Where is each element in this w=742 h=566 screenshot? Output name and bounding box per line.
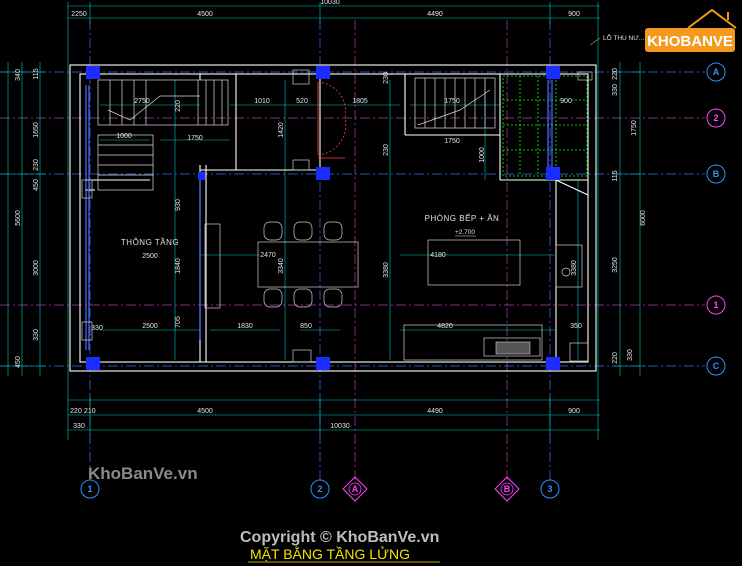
dim-bottom-a2: 210 <box>84 408 96 415</box>
dim-int-29: 230 <box>383 72 390 84</box>
sink-fixture <box>495 341 531 355</box>
dim-bottom-total: 10030 <box>330 423 350 430</box>
dim-int-16: 1830 <box>237 323 253 330</box>
dim-int-1: 2750 <box>134 98 150 105</box>
dim-int-26: 3380 <box>571 260 578 276</box>
dim-int-8: 1000 <box>116 133 132 140</box>
dim-int-11: 2470 <box>260 252 276 259</box>
skylight-grate <box>502 75 588 177</box>
logo: KHOBANVE <box>645 8 737 52</box>
room-label-void: THÔNG TẦNG <box>121 237 179 247</box>
furniture <box>81 69 593 363</box>
dim-int-4: 1805 <box>352 98 368 105</box>
note-leader <box>589 37 601 46</box>
axis-label-A-bottom: A <box>352 484 359 494</box>
dim-top-a: 2250 <box>71 11 87 18</box>
dim-int-30: 230 <box>383 144 390 156</box>
left-dimensions: 340 115 1650 230 450 5600 3000 330 450 <box>15 68 40 368</box>
axis-label-2: 2 <box>713 113 718 123</box>
room-label-kitchen-dining: PHÒNG BẾP + ĂN <box>425 213 500 223</box>
dim-bottom-b: 4500 <box>197 408 213 415</box>
dim-top-total: 10030 <box>320 0 340 6</box>
dim-int-15: 2500 <box>142 323 158 330</box>
dim-bottom-c: 4490 <box>427 408 443 415</box>
axis-grid-lines-blue <box>0 20 705 480</box>
dim-int-28: 220 <box>175 100 182 112</box>
dim-int-24: 3340 <box>278 258 285 274</box>
dim-int-25: 3380 <box>383 262 390 278</box>
dim-int-27: 705 <box>175 316 182 328</box>
dim-right-3: 115 <box>612 170 619 181</box>
dim-left-0: 340 <box>15 69 22 81</box>
dim-bottom-a: 220 <box>70 408 82 415</box>
axis-label-B: B <box>713 169 720 179</box>
dim-right-0: 220 <box>612 68 619 80</box>
dim-right-2: 1750 <box>631 120 638 136</box>
dim-int-32: 330 <box>91 325 103 332</box>
dim-left-6: 3000 <box>33 260 40 276</box>
drawing-title: MẶT BẰNG TẦNG LỬNG <box>250 545 410 562</box>
right-axis-bubbles: A 2 B 1 C <box>706 62 726 376</box>
dim-int-3: 520 <box>296 98 308 105</box>
dim-top-d: 900 <box>568 11 580 18</box>
dim-int-5: 1750 <box>444 98 460 105</box>
dim-top-b: 4500 <box>197 11 213 18</box>
dim-int-22: 930 <box>175 199 182 211</box>
axis-grid-lines <box>0 20 705 480</box>
axis-label-B-bottom: B <box>504 484 511 494</box>
dim-right-6: 220 <box>612 352 619 364</box>
dim-int-17: 850 <box>300 323 312 330</box>
dim-top-c: 4490 <box>427 11 443 18</box>
dim-left-8: 450 <box>15 356 22 368</box>
axis-label-C: C <box>713 361 720 371</box>
dim-right-1: 330 <box>612 84 619 96</box>
dim-int-18: 4820 <box>437 323 453 330</box>
dim-right-4: 6000 <box>640 210 647 226</box>
logo-text: KHOBANVE <box>647 33 733 50</box>
house-logo-icon <box>687 8 737 29</box>
dim-int-6: 900 <box>560 98 572 105</box>
dim-left-1: 115 <box>33 68 40 79</box>
dim-bottom-d: 900 <box>568 408 580 415</box>
dim-int-23: 1840 <box>175 258 182 274</box>
skylight-note: LỖ THU NƯ... <box>603 33 644 42</box>
dim-int-2: 1010 <box>254 98 270 105</box>
copyright-text: Copyright © KhoBanVe.vn <box>240 529 439 546</box>
dim-int-19: 350 <box>570 323 582 330</box>
dim-left-4: 450 <box>33 179 40 191</box>
watermark-text: KhoBanVe.vn <box>88 464 198 483</box>
dim-left-2: 1650 <box>33 122 40 138</box>
axis-label-A: A <box>713 67 720 77</box>
dim-int-21: 1000 <box>479 147 486 163</box>
door <box>317 81 347 159</box>
axis-label-2-bottom: 2 <box>317 484 322 494</box>
dim-left-7: 330 <box>33 329 40 341</box>
dim-right-7: 330 <box>627 349 634 361</box>
right-dimensions: 220 330 1750 115 6000 3250 220 330 <box>612 68 647 364</box>
floor-plan-drawing: 10030 2250 4500 4490 900 220 210 4500 44… <box>0 0 737 563</box>
dim-int-10: 1750 <box>187 135 203 142</box>
dim-int-20: 1420 <box>278 122 285 138</box>
interior-dimensions: 2750 1010 520 1805 1750 900 1750 1000 25… <box>91 72 582 332</box>
level-mark: +2.700 <box>455 229 475 236</box>
dim-right-5: 3250 <box>612 257 619 273</box>
axis-label-1: 1 <box>713 300 718 310</box>
dim-left-5: 5600 <box>15 210 22 226</box>
dim-int-7: 1750 <box>444 138 460 145</box>
dim-bottom-e: 330 <box>73 423 85 430</box>
axis-label-3-bottom: 3 <box>547 484 552 494</box>
axis-label-1-bottom: 1 <box>87 484 92 494</box>
dim-int-9: 2500 <box>142 253 158 260</box>
dim-int-13: 4180 <box>430 252 446 259</box>
dim-left-3: 230 <box>33 159 40 171</box>
